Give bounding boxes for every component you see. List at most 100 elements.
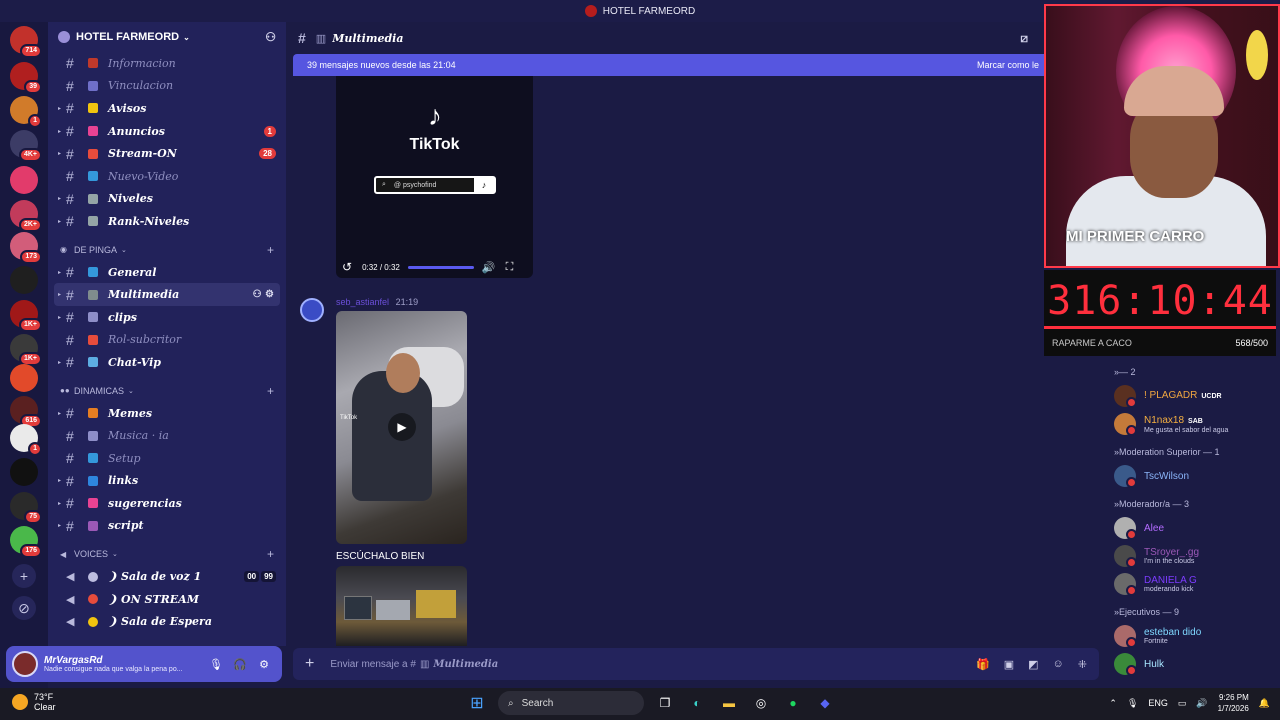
notification-bell-icon[interactable]: 🔔: [1259, 698, 1270, 709]
member-item[interactable]: TscWilson: [1100, 462, 1280, 490]
invite-icon[interactable]: ⚇: [265, 30, 276, 44]
member-item[interactable]: TSroyer_.gg I'm in the clouds: [1100, 542, 1280, 570]
headphones-icon[interactable]: 🎧: [228, 658, 252, 671]
member-avatar[interactable]: [1114, 517, 1137, 540]
server-icon[interactable]: [10, 166, 38, 194]
server-icon[interactable]: 39: [10, 62, 42, 94]
channel-memes[interactable]: ▸ # Memes: [48, 402, 286, 425]
emoji-icon[interactable]: ☺: [1053, 658, 1064, 671]
server-icon[interactable]: [10, 458, 38, 486]
channel-stream-on[interactable]: ▸ # Stream-ON 28: [48, 142, 286, 165]
microphone-icon[interactable]: 🎙: [1127, 698, 1138, 709]
apps-icon[interactable]: ⁜: [1078, 658, 1087, 671]
channel-avisos[interactable]: ▸ # Avisos: [48, 97, 286, 120]
member-group-top[interactable]: » — 2: [1100, 362, 1280, 382]
video-progress-bar[interactable]: [407, 265, 474, 269]
channel-general[interactable]: ▸ # General: [48, 261, 286, 284]
server-icon[interactable]: 714: [10, 26, 42, 58]
member-avatar[interactable]: [1114, 413, 1137, 436]
server-icon[interactable]: 173: [10, 232, 42, 264]
server-icon[interactable]: 616: [10, 396, 42, 428]
member-avatar[interactable]: [1114, 573, 1137, 596]
task-view-icon[interactable]: ❐: [654, 692, 676, 714]
video-embed[interactable]: ♪ TikTok ⌕ @ psychofind ♪ ↺ 0:32 / 0:32 …: [336, 76, 533, 278]
mark-as-read-button[interactable]: Marcar como le: [977, 60, 1039, 70]
voice-channel[interactable]: ◀ ❩ ON STREAM: [48, 588, 286, 611]
channel-niveles[interactable]: ▸ # Niveles: [48, 188, 286, 211]
volume-icon[interactable]: 🔊: [1196, 698, 1207, 709]
channel-musica-ia[interactable]: # Musica · ia: [48, 424, 286, 447]
member-item[interactable]: Alee: [1100, 514, 1280, 542]
language[interactable]: ENG: [1148, 698, 1168, 708]
discord-icon[interactable]: ◆: [814, 692, 836, 714]
avatar[interactable]: [12, 651, 38, 677]
obs-icon[interactable]: ◎: [750, 692, 772, 714]
category-voices[interactable]: ◀ VOICES ⌄ +: [48, 543, 286, 565]
channel-nuevo-video[interactable]: # Nuevo-Video: [48, 165, 286, 188]
member-group-moderador[interactable]: » Moderador/a — 3: [1100, 494, 1280, 514]
category-dinamicas[interactable]: ●● DINAMICAS ⌄ +: [48, 380, 286, 402]
weather-widget[interactable]: 73°F Clear: [12, 692, 56, 712]
message-composer[interactable]: + Enviar mensaje a # ▥ Multimedia 🎁 ▣ ◩ …: [293, 648, 1099, 680]
channel-script[interactable]: ▸ # script: [48, 515, 286, 538]
windows-start-icon[interactable]: ⊞: [466, 692, 488, 714]
server-icon[interactable]: 1K+: [10, 300, 42, 332]
channel-rol-subcritor[interactable]: # Rol-subcritor: [48, 329, 286, 352]
category-de-pinga[interactable]: ◉ DE PINGA ⌄ +: [48, 239, 286, 261]
member-avatar[interactable]: [1114, 465, 1137, 488]
server-icon[interactable]: 176: [10, 526, 42, 558]
settings-gear-icon[interactable]: ⚙: [252, 658, 276, 671]
member-item[interactable]: ! PLAGADR UCDR: [1100, 382, 1280, 410]
clock[interactable]: 9:26 PM 1/7/2026: [1218, 692, 1249, 714]
member-item[interactable]: esteban dido Fortnite: [1100, 622, 1280, 650]
guild-header[interactable]: HOTEL FARMEORD ⌄ ⚇: [48, 22, 286, 52]
channel-links[interactable]: ▸ # links: [48, 470, 286, 493]
play-icon[interactable]: ▶: [388, 413, 416, 441]
channel-vinculacion[interactable]: # Vinculacion: [48, 75, 286, 98]
add-attachment-icon[interactable]: +: [305, 655, 314, 673]
server-icon[interactable]: [10, 266, 38, 294]
channel-anuncios[interactable]: ▸ # Anuncios 1: [48, 120, 286, 143]
server-icon[interactable]: 75: [10, 492, 42, 524]
channel-chat-vip[interactable]: ▸ # Chat-Vip: [48, 351, 286, 374]
channel-clips[interactable]: ▸ # clips: [48, 306, 286, 329]
channel-setup[interactable]: # Setup: [48, 447, 286, 470]
member-avatar[interactable]: [1114, 545, 1137, 568]
member-avatar[interactable]: [1114, 385, 1137, 408]
chevron-up-icon[interactable]: ⌃: [1109, 698, 1117, 709]
member-avatar[interactable]: [1114, 653, 1137, 676]
add-server-icon[interactable]: +: [12, 564, 36, 588]
user-info[interactable]: MrVargasRd Nadie consigue nada que valga…: [44, 655, 204, 673]
spotify-icon[interactable]: ●: [782, 692, 804, 714]
new-messages-bar[interactable]: 39 mensajes nuevos desde las 21:04 Marca…: [293, 54, 1053, 76]
add-channel-icon[interactable]: +: [267, 243, 274, 257]
settings-gear-icon[interactable]: ⚙: [265, 289, 274, 300]
explore-icon[interactable]: ⊘: [12, 596, 36, 620]
member-item[interactable]: N1nax18 SAB Me gusta el sabor del agua: [1100, 410, 1280, 438]
server-icon[interactable]: 4K+: [10, 130, 42, 162]
microphone-icon[interactable]: 🎙: [204, 658, 228, 671]
network-icon[interactable]: ▭: [1178, 698, 1187, 709]
gif-icon[interactable]: ▣: [1004, 658, 1014, 671]
invite-icon[interactable]: ⚇: [253, 289, 262, 300]
channel-sugerencias[interactable]: ▸ # sugerencias: [48, 492, 286, 515]
threads-icon[interactable]: ⧄: [1020, 31, 1028, 46]
fullscreen-icon[interactable]: ⛶: [506, 261, 514, 274]
attached-video-thumbnail[interactable]: TikTok ▶: [336, 311, 467, 544]
sticker-icon[interactable]: ◩: [1028, 658, 1038, 671]
server-icon[interactable]: 1: [10, 424, 42, 456]
member-item[interactable]: Hulk: [1100, 650, 1280, 678]
channel-informacion[interactable]: # Informacion: [48, 52, 286, 75]
server-icon[interactable]: 1K+: [10, 334, 42, 366]
add-channel-icon[interactable]: +: [267, 384, 274, 398]
channel-multimedia[interactable]: ▸ # Multimedia ⚇ ⚙: [54, 283, 280, 306]
message-avatar[interactable]: [300, 298, 324, 322]
server-icon[interactable]: [10, 364, 38, 392]
file-explorer-icon[interactable]: ▬: [718, 692, 740, 714]
attached-image[interactable]: [336, 566, 467, 646]
member-item[interactable]: DANIELA Gmoderando kick: [1100, 570, 1280, 598]
member-group-mod-superior[interactable]: » Moderation Superior — 1: [1100, 442, 1280, 462]
taskbar-search[interactable]: ⌕ Search: [498, 691, 644, 715]
gift-icon[interactable]: 🎁: [976, 658, 990, 671]
member-group-ejecutivos[interactable]: » Ejecutivos — 9: [1100, 602, 1280, 622]
